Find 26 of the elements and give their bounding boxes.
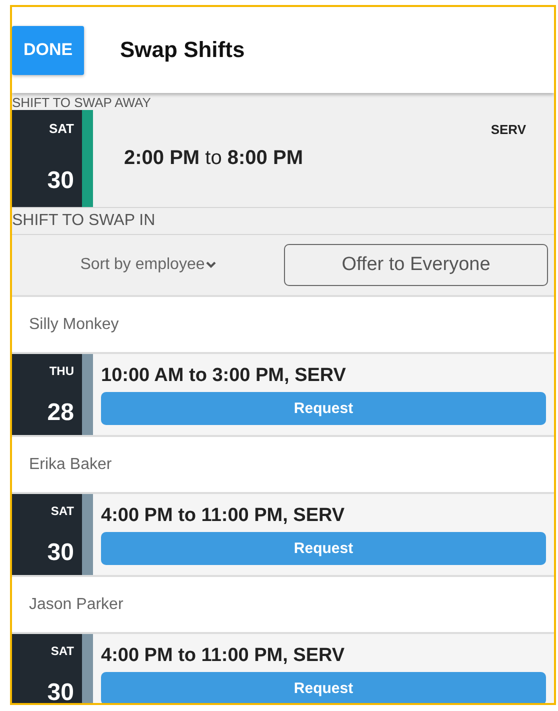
position-label: SERV — [490, 122, 526, 137]
section-label: SHIFT TO SWAP AWAY — [12, 94, 152, 110]
shift-time: 4:00 PM to 11:00 PM, SERV — [101, 645, 346, 667]
day-label: THU — [49, 364, 74, 378]
shift-time: 10:00 AM to 3:00 PM, SERV — [101, 365, 347, 387]
request-button[interactable]: Request — [101, 392, 546, 425]
request-button[interactable]: Request — [101, 672, 546, 703]
sort-dropdown[interactable]: Sort by employee — [80, 256, 216, 274]
screen-title: Swap Shifts — [120, 37, 245, 63]
section-label: SHIFT TO SWAP IN — [12, 207, 554, 235]
done-button[interactable]: DONE — [12, 26, 84, 74]
shift-time: 2:00 PM to 8:00 PM — [124, 147, 303, 170]
day-label: SAT — [50, 644, 74, 658]
date-number: 30 — [47, 679, 74, 703]
chevron-icon — [206, 261, 216, 269]
day-label: SAT — [48, 121, 74, 136]
employee-name: Silly Monkey — [12, 297, 554, 354]
request-button[interactable]: Request — [101, 532, 546, 565]
date-number: 30 — [47, 539, 74, 567]
date-number: 30 — [47, 167, 74, 195]
date-number: 28 — [47, 399, 74, 427]
day-label: SAT — [50, 504, 74, 518]
employee-name: Jason Parker — [12, 577, 554, 634]
shift-time: 4:00 PM to 11:00 PM, SERV — [101, 505, 346, 527]
employee-name: Erika Baker — [12, 437, 554, 494]
offer-button[interactable]: Offer to Everyone — [284, 244, 548, 286]
